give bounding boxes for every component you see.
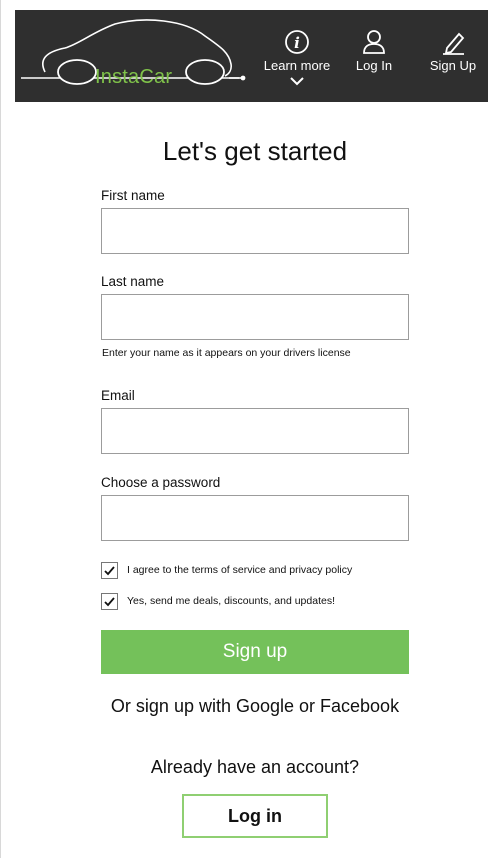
log-in-button[interactable]: Log in [182, 794, 328, 838]
instacar-logo[interactable]: InstaCar [15, 10, 255, 102]
nav-learn-more-label: Learn more [263, 58, 331, 73]
password-label: Choose a password [101, 475, 221, 490]
terms-checkbox-row[interactable]: I agree to the terms of service and priv… [101, 561, 352, 579]
deals-checkbox-label: Yes, send me deals, discounts, and updat… [127, 595, 336, 607]
sign-up-button[interactable]: Sign up [101, 630, 409, 674]
existing-account-text: Already have an account? [150, 757, 360, 777]
nav-learn-more[interactable]: i Learn more [255, 28, 339, 98]
last-name-label: Last name [101, 274, 165, 289]
nav-sign-up[interactable]: Sign Up [419, 28, 487, 98]
signup-page: InstaCar i Learn more Log In Sign Up Let… [0, 0, 488, 858]
page-title: Let's get started [162, 136, 348, 166]
deals-checkbox-row[interactable]: Yes, send me deals, discounts, and updat… [101, 592, 335, 610]
terms-checkbox[interactable] [101, 561, 118, 579]
first-name-label: First name [101, 188, 165, 203]
svg-text:i: i [294, 34, 300, 52]
first-name-field[interactable] [101, 208, 409, 254]
info-icon: i [285, 30, 309, 54]
user-icon [363, 30, 385, 54]
last-name-field[interactable] [101, 294, 409, 340]
checkmark-icon [104, 596, 115, 606]
email-label: Email [101, 388, 135, 403]
pencil-icon [443, 32, 465, 55]
brand-name: InstaCar [95, 66, 173, 88]
deals-checkbox[interactable] [101, 592, 118, 610]
chevron-down-icon[interactable] [289, 75, 305, 87]
password-field[interactable] [101, 495, 409, 541]
last-name-hint: Enter your name as it appears on your dr… [102, 347, 351, 359]
nav-log-in[interactable]: Log In [349, 28, 399, 98]
terms-checkbox-label: I agree to the terms of service and priv… [127, 564, 353, 576]
nav-log-in-label: Log In [355, 58, 393, 73]
social-sign-up-link[interactable]: Or sign up with Google or Facebook [1, 696, 488, 717]
email-field[interactable] [101, 408, 409, 454]
nav-sign-up-label: Sign Up [429, 58, 477, 73]
app-header: InstaCar i Learn more Log In Sign Up [15, 10, 488, 102]
checkmark-icon [104, 565, 115, 575]
